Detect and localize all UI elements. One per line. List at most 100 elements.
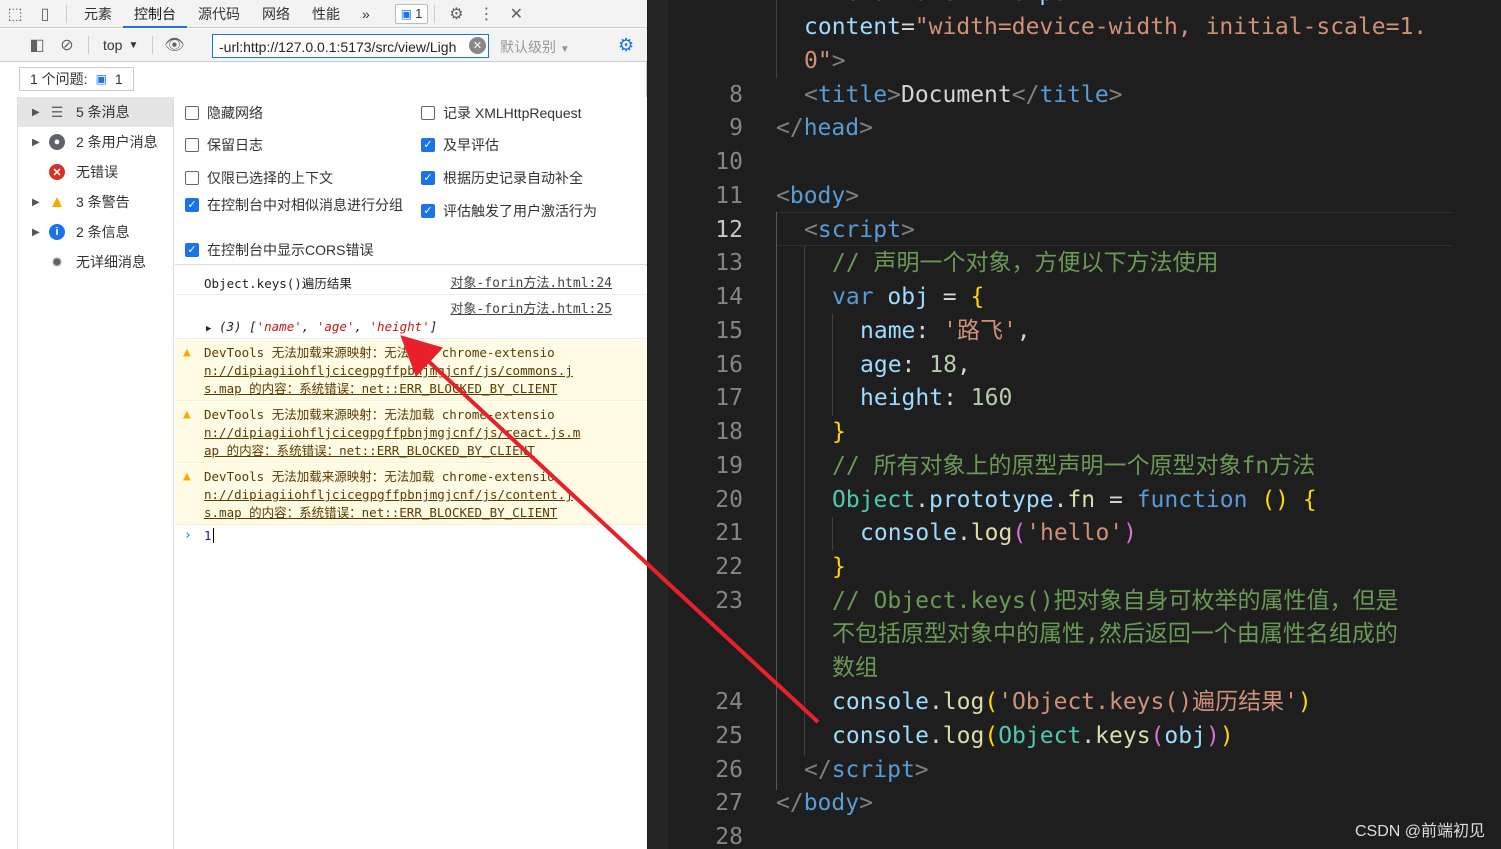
- code-line-25: console.log(Object.keys(obj)): [832, 723, 1234, 749]
- gear-icon[interactable]: ⚙: [441, 0, 471, 28]
- toolbar-divider: [434, 4, 436, 23]
- setting-label: 评估触发了用户激活行为: [443, 203, 597, 219]
- sidebar-item-2[interactable]: ✕ 无错误: [18, 157, 173, 187]
- checkbox[interactable]: [185, 106, 199, 120]
- setting-settings_right-0[interactable]: 记录 XMLHttpRequest: [421, 103, 646, 123]
- array-count: (3): [218, 319, 242, 334]
- code-editor[interactable]: 8 9 10 11 12 13 14 15 16 17 18 19 20 21 22 23 24 25 26 27 28…: [668, 0, 1501, 849]
- sidebar-item-4[interactable]: ▶ i 2 条信息: [18, 217, 173, 247]
- warning-icon: ▲: [183, 469, 191, 484]
- log-source-link[interactable]: 对象-forin方法.html:25: [450, 298, 612, 317]
- expand-triangle-icon: ▶: [32, 106, 40, 118]
- more-tabs-button[interactable]: »: [351, 0, 381, 28]
- line-number: 27: [715, 790, 743, 816]
- log-source-link[interactable]: 对象-forin方法.html:24: [450, 272, 612, 291]
- context-label: top: [103, 37, 123, 53]
- clear-filter-icon[interactable]: ✕: [469, 37, 486, 54]
- code-line-26: </script>: [804, 757, 929, 783]
- setting-settings_left-1[interactable]: 保留日志: [185, 135, 410, 155]
- indent-guide: [804, 246, 805, 756]
- expand-triangle-icon: ▶: [206, 324, 212, 334]
- warning-text-line[interactable]: s.map 的内容：系统错误：net::ERR_BLOCKED_BY_CLIEN…: [204, 380, 557, 398]
- chevron-down-icon: ▼: [559, 44, 570, 55]
- clear-console-icon[interactable]: ⊘: [52, 31, 82, 59]
- console-settings-gear-icon[interactable]: ⚙: [618, 35, 634, 56]
- array-open-bracket: [: [249, 319, 257, 334]
- log-levels-dropdown[interactable]: 默认级别 ▼: [500, 37, 570, 57]
- warning-text-line[interactable]: n://dipiagiiohfljcicegpgffpbnjmgjcnf/js/…: [204, 362, 573, 380]
- code-line-11: <body>: [776, 183, 860, 209]
- tab-4[interactable]: 性能: [301, 0, 351, 28]
- context-selector[interactable]: top ▼: [95, 37, 146, 53]
- line-number: 12: [715, 217, 743, 243]
- kebab-menu-icon[interactable]: ⋮: [471, 0, 501, 28]
- code-line-8: <title>Document</title>: [804, 82, 1123, 108]
- array-separator: ,: [301, 319, 317, 334]
- setting-settings_left-3[interactable]: ✓ 在控制台中对相似消息进行分组: [185, 195, 410, 215]
- issues-bar[interactable]: 1 个问题: ▣ 1: [19, 67, 134, 91]
- checkbox[interactable]: ✓: [185, 243, 199, 257]
- sidebar-item-5[interactable]: ✹ 无详细消息: [18, 247, 173, 277]
- line-number: 17: [715, 385, 743, 411]
- warning-text-line[interactable]: ap 的内容：系统错误：net::ERR_BLOCKED_BY_CLIENT: [204, 442, 535, 460]
- warning-text-line[interactable]: n://dipiagiiohfljcicegpgffpbnjmgjcnf/js/…: [204, 486, 573, 504]
- checkbox[interactable]: [185, 171, 199, 185]
- list-icon: ☰: [50, 103, 64, 120]
- filter-input[interactable]: [212, 34, 489, 58]
- code-line-7c: 0">: [804, 48, 846, 74]
- inspect-element-icon[interactable]: ⬚: [0, 0, 30, 28]
- device-toolbar-icon[interactable]: ▯: [30, 0, 60, 28]
- checkbox[interactable]: ✓: [421, 138, 435, 152]
- setting-settings_right-2[interactable]: ✓ 根据历史记录自动补全: [421, 168, 646, 188]
- warning-icon: ▲: [48, 192, 66, 211]
- console-settings-pane: 隐藏网络保留日志仅限已选择的上下文 ✓ 在控制台中对相似消息进行分组 ✓ 在控制台中显示…: [175, 97, 647, 265]
- console-warning-row: ▲ DevTools 无法加载来源映射：无法加载 chrome-extensio n…: [175, 340, 647, 401]
- code-line-27: </body>: [776, 790, 873, 816]
- sidebar-item-label: 无错误: [76, 164, 118, 180]
- checkbox[interactable]: [185, 138, 199, 152]
- line-number: 11: [715, 183, 743, 209]
- warning-text-line[interactable]: s.map 的内容：系统错误：net::ERR_BLOCKED_BY_CLIEN…: [204, 504, 557, 522]
- line-number: 13: [715, 250, 743, 276]
- checkbox[interactable]: ✓: [421, 171, 435, 185]
- user-icon: ●: [46, 133, 68, 151]
- issues-badge[interactable]: ▣ 1: [394, 3, 429, 24]
- sidebar-item-1[interactable]: ▶ ● 2 条用户消息: [18, 127, 173, 157]
- checkbox[interactable]: [421, 106, 435, 120]
- warning-text-line[interactable]: n://dipiagiiohfljcicegpgffpbnjmgjcnf/js/…: [204, 424, 580, 442]
- code-line-23b: 不包括原型对象中的属性,然后返回一个由属性名组成的: [832, 621, 1398, 647]
- eye-icon[interactable]: 👁: [159, 31, 189, 59]
- sidebar-item-3[interactable]: ▶ ▲ 3 条警告: [18, 187, 173, 217]
- tab-1[interactable]: 控制台: [123, 0, 187, 28]
- error-icon: ✕: [46, 163, 68, 181]
- code-line-18: }: [832, 419, 846, 445]
- setting-settings_right-1[interactable]: ✓ 及早评估: [421, 135, 646, 155]
- sidebar-toggle-icon[interactable]: ◧: [22, 31, 52, 59]
- issues-badge-count: 1: [415, 6, 423, 21]
- setting-label: 记录 XMLHttpRequest: [443, 105, 582, 121]
- log-message: Object.keys()遍历结果: [204, 276, 352, 291]
- setting-settings_left-0[interactable]: 隐藏网络: [185, 103, 410, 123]
- array-item: 'age': [316, 319, 355, 334]
- console-prompt-input[interactable]: 1: [204, 528, 214, 543]
- tab-0[interactable]: 元素: [73, 0, 123, 28]
- setting-settings_right-3[interactable]: ✓ 评估触发了用户激活行为: [421, 201, 646, 221]
- code-line-20: Object.prototype.fn = function () {: [832, 487, 1317, 513]
- code-line-7b: content="width=device-width, initial-sca…: [804, 14, 1428, 40]
- indent-guide: [776, 0, 777, 78]
- tab-3[interactable]: 网络: [251, 0, 301, 28]
- checkbox[interactable]: ✓: [185, 198, 199, 212]
- line-number: 9: [729, 115, 743, 141]
- setting-settings_left-2[interactable]: 仅限已选择的上下文: [185, 168, 410, 188]
- line-number: 8: [729, 82, 743, 108]
- tab-2[interactable]: 源代码: [187, 0, 251, 28]
- checkbox[interactable]: ✓: [421, 204, 435, 218]
- warning-icon: ▲: [183, 407, 191, 422]
- setting-label: 仅限已选择的上下文: [207, 170, 333, 186]
- line-number: 24: [715, 689, 743, 715]
- setting-settings_left-4[interactable]: ✓ 在控制台中显示CORS错误: [185, 240, 410, 260]
- code-line-23c: 数组: [832, 655, 878, 681]
- close-icon[interactable]: ✕: [501, 0, 531, 28]
- sidebar-item-0[interactable]: ▶ ☰ 5 条消息: [18, 97, 173, 127]
- array-preview[interactable]: ▶ (3) ['name', 'age', 'height']: [206, 319, 437, 334]
